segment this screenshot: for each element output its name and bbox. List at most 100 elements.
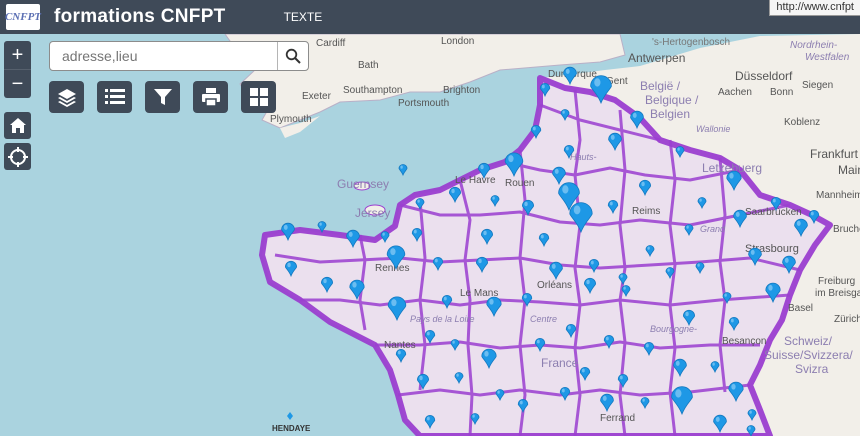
marker-highlight — [348, 231, 353, 237]
map-label-bath: Bath — [358, 60, 379, 71]
map-label-orleans: Orléans — [537, 280, 572, 291]
marker-highlight — [391, 299, 397, 307]
marker-highlight — [283, 224, 288, 230]
marker-highlight — [489, 298, 494, 305]
marker-highlight — [768, 284, 773, 291]
app-header: CNFPT formations CNFPT TEXTE — [0, 0, 860, 34]
map-label-bourgogne: Bourgogne- — [650, 324, 697, 334]
legend-list-button[interactable] — [97, 81, 132, 113]
map-label-grand-est: Grand — [700, 224, 726, 234]
marker-highlight — [675, 389, 682, 398]
marker-highlight — [677, 147, 680, 151]
marker-highlight — [810, 211, 814, 216]
marker-highlight — [685, 311, 689, 317]
app-title: formations CNFPT — [54, 6, 226, 27]
layers-button[interactable] — [49, 81, 84, 113]
home-button[interactable] — [4, 112, 31, 139]
map-label-exeter: Exeter — [302, 91, 332, 102]
grid-button[interactable] — [241, 81, 276, 113]
marker-highlight — [565, 146, 569, 151]
marker-highlight — [731, 383, 736, 390]
map-label-schweiz-1: Schweiz/ — [784, 334, 833, 348]
zoom-in-button[interactable]: + — [4, 41, 31, 69]
map-label-hendaye: HENDAYE — [272, 424, 311, 433]
cnfpt-logo[interactable]: CNFPT — [4, 4, 42, 30]
marker-highlight — [426, 331, 430, 336]
grid-icon — [249, 88, 268, 106]
marker-highlight — [352, 281, 357, 288]
zoom-out-button[interactable]: − — [4, 69, 31, 98]
marker-highlight — [623, 286, 626, 290]
zoom-control: + − — [4, 41, 31, 98]
filter-button[interactable] — [145, 81, 180, 113]
menu-texte[interactable]: TEXTE — [284, 10, 323, 24]
map-label-freiburg: Freiburg — [818, 276, 855, 287]
marker-highlight — [417, 199, 420, 203]
search-input[interactable] — [60, 42, 277, 70]
map-label-siegen: Siegen — [802, 80, 833, 91]
marker-highlight — [610, 134, 615, 140]
map-label-jersey: Jersey — [355, 206, 390, 220]
marker-highlight — [452, 340, 455, 344]
locate-button[interactable] — [4, 143, 31, 170]
marker-highlight — [641, 181, 645, 187]
marker-highlight — [523, 294, 527, 299]
marker-highlight — [536, 339, 540, 344]
map-label-schweiz-3: Svizra — [795, 362, 829, 376]
marker-highlight — [562, 185, 569, 194]
map-label-reims: Reims — [632, 206, 660, 217]
map-label-belgie-1: België / — [640, 79, 681, 93]
list-icon — [104, 89, 125, 104]
marker-highlight — [497, 390, 500, 394]
search-button[interactable] — [277, 42, 308, 70]
marker-highlight — [647, 246, 650, 250]
marker-highlight — [492, 196, 495, 200]
map-label-guernsey: Guernsey — [337, 177, 389, 191]
marker-highlight — [686, 225, 689, 229]
marker-highlight — [426, 416, 430, 421]
marker-highlight — [712, 362, 715, 366]
map-label-cardiff: Cardiff — [316, 38, 345, 49]
marker-highlight — [699, 198, 702, 202]
map-label-nrw: Nordrhein- — [790, 40, 838, 51]
marker-highlight — [750, 249, 755, 255]
map-label-centre: Centre — [530, 314, 557, 324]
marker-highlight — [551, 263, 556, 269]
map-label-london: London — [441, 36, 474, 47]
marker-highlight — [562, 110, 565, 114]
map-label-plymouth: Plymouth — [270, 114, 312, 125]
map-label-portsmouth: Portsmouth — [398, 98, 449, 109]
logo-text: CNFPT — [4, 11, 42, 23]
print-button[interactable] — [193, 81, 228, 113]
marker-highlight — [590, 260, 594, 265]
map-label-frankfurt: Frankfurt — [810, 147, 859, 161]
marker-highlight — [642, 398, 645, 402]
map-label-belgie-2: Belgique / — [645, 93, 699, 107]
marker-highlight — [602, 395, 607, 401]
marker-highlight — [519, 400, 523, 405]
marker-highlight — [478, 258, 482, 264]
marker-highlight — [484, 350, 489, 357]
marker-highlight — [397, 350, 401, 355]
marker-highlight — [541, 84, 545, 89]
map-label-wallonie: Wallonie — [696, 124, 730, 134]
marker-highlight — [724, 293, 727, 297]
marker-highlight — [456, 373, 459, 377]
marker-highlight — [480, 164, 484, 170]
map-label-antwerpen: Antwerpen — [628, 51, 685, 65]
marker-highlight — [605, 336, 609, 341]
filter-icon — [153, 89, 172, 105]
marker-highlight — [697, 263, 700, 267]
map-label-basel: Basel — [788, 303, 813, 314]
marker-highlight — [573, 205, 581, 215]
map-label-saarbrucken: Saarbrücken — [745, 207, 802, 218]
marker-highlight — [748, 426, 751, 430]
map-label-belgie-3: Belgien — [650, 107, 690, 121]
marker-highlight — [632, 112, 637, 118]
map-label-main: Main — [838, 163, 860, 177]
marker-highlight — [715, 416, 720, 422]
marker-highlight — [419, 375, 423, 381]
marker-highlight — [730, 318, 734, 323]
home-icon — [9, 118, 26, 133]
marker-highlight — [532, 126, 536, 131]
